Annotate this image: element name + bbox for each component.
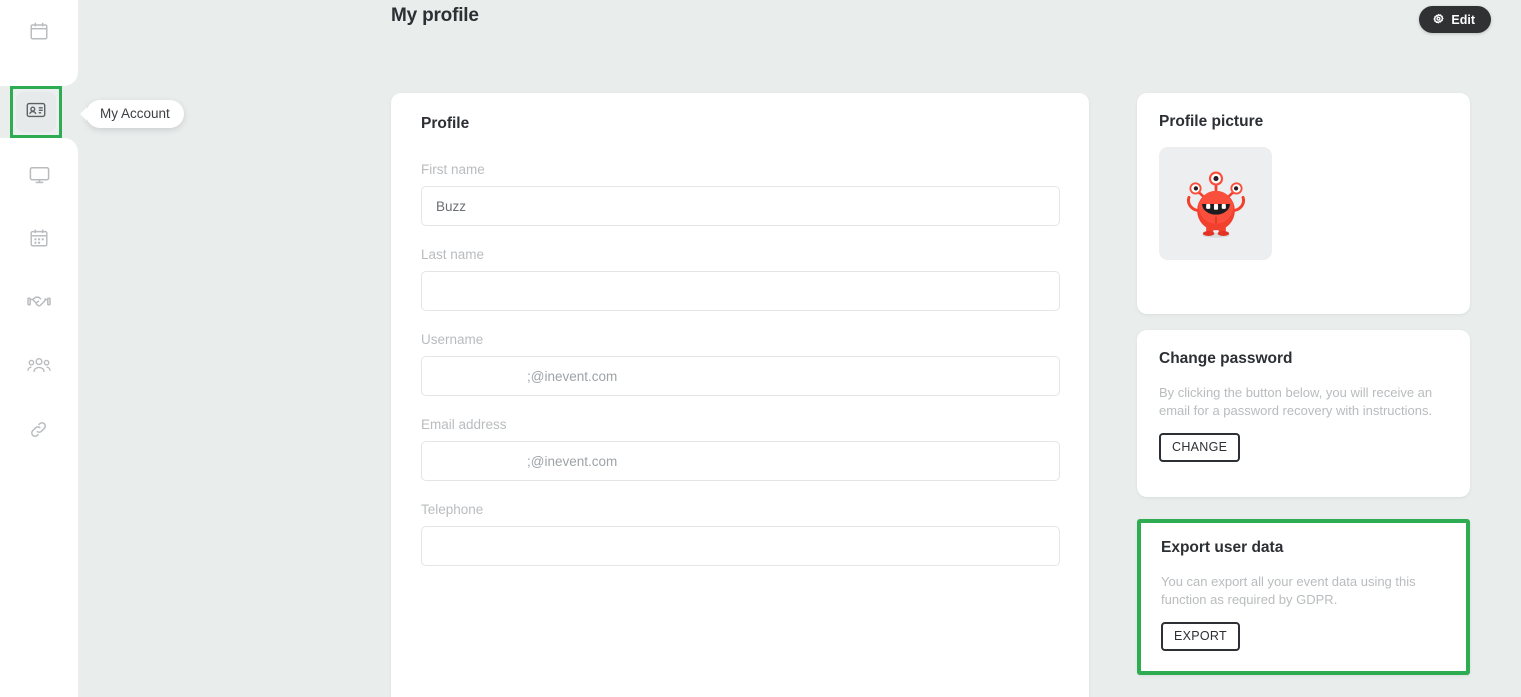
field-username: Username xyxy=(421,332,1060,396)
change-password-heading: Change password xyxy=(1159,350,1293,367)
contact-card-icon xyxy=(25,99,47,126)
email-address-input[interactable] xyxy=(421,441,1060,481)
sidebar-tooltip: My Account xyxy=(86,100,184,128)
first-name-input[interactable] xyxy=(421,186,1060,226)
sidebar-item-agenda[interactable] xyxy=(0,207,78,269)
sidebar-rail xyxy=(0,0,78,697)
sidebar-item-virtual-lobby[interactable] xyxy=(0,143,78,205)
export-user-data-card: Export user data You can export all your… xyxy=(1137,519,1470,675)
calendar-grid-icon xyxy=(28,227,50,249)
sidebar-item-people[interactable] xyxy=(0,335,78,397)
handshake-icon xyxy=(27,290,51,314)
sidebar-item-events[interactable] xyxy=(0,0,78,62)
link-icon xyxy=(28,419,50,441)
export-user-data-heading: Export user data xyxy=(1161,539,1284,556)
edit-button-label: Edit xyxy=(1451,12,1475,27)
monitor-icon xyxy=(28,163,51,186)
page-title: My profile xyxy=(391,5,479,26)
field-label-first-name: First name xyxy=(421,162,485,177)
people-group-icon xyxy=(27,355,51,377)
export-user-data-description: You can export all your event data using… xyxy=(1161,574,1416,607)
field-telephone: Telephone xyxy=(421,502,1060,566)
last-name-input[interactable] xyxy=(421,271,1060,311)
app-root: My Account My profile Edit Profile First… xyxy=(0,0,1521,697)
sidebar-item-my-account-bg xyxy=(16,92,56,132)
calendar-icon xyxy=(28,20,50,42)
field-first-name: First name xyxy=(421,162,1060,226)
field-label-username: Username xyxy=(421,332,484,347)
profile-card-heading: Profile xyxy=(421,115,470,132)
change-password-card: Change password By clicking the button b… xyxy=(1137,330,1470,497)
profile-picture-card: Profile picture xyxy=(1137,93,1470,314)
field-email-address: Email address xyxy=(421,417,1060,481)
sidebar-item-integrations[interactable] xyxy=(0,399,78,461)
telephone-input[interactable] xyxy=(421,526,1060,566)
gear-icon xyxy=(1432,13,1445,26)
profile-card: Profile First name Last name Username Em… xyxy=(391,93,1089,697)
red-monster-avatar-icon xyxy=(1186,171,1245,238)
edit-button[interactable]: Edit xyxy=(1419,6,1491,33)
field-label-email-address: Email address xyxy=(421,417,507,432)
profile-picture-heading: Profile picture xyxy=(1159,113,1264,130)
change-password-description: By clicking the button below, you will r… xyxy=(1159,385,1433,418)
field-label-last-name: Last name xyxy=(421,247,485,262)
change-password-button[interactable]: CHANGE xyxy=(1159,433,1241,463)
field-last-name: Last name xyxy=(421,247,1060,311)
export-button[interactable]: EXPORT xyxy=(1161,622,1240,652)
avatar[interactable] xyxy=(1159,147,1272,260)
field-label-telephone: Telephone xyxy=(421,502,484,517)
username-input[interactable] xyxy=(421,356,1060,396)
sidebar-item-sponsors[interactable] xyxy=(0,271,78,333)
sidebar-item-my-account[interactable] xyxy=(10,86,62,138)
